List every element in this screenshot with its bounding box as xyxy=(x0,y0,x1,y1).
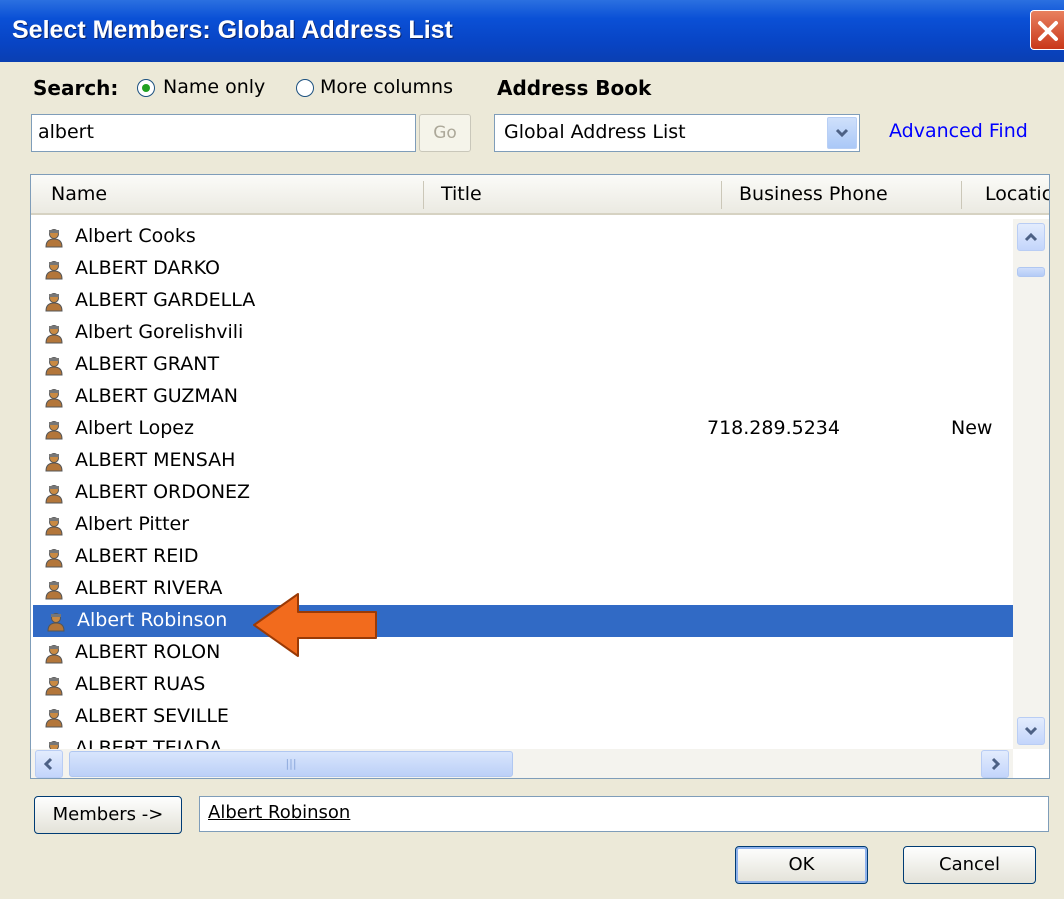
contact-name: ALBERT SEVILLE xyxy=(75,705,229,727)
search-input[interactable]: albert xyxy=(31,114,416,152)
horizontal-scrollbar[interactable]: ||| xyxy=(31,749,1013,778)
contact-name: ALBERT ORDONEZ xyxy=(75,481,251,503)
list-item[interactable]: Albert Pitter xyxy=(31,509,1013,541)
contact-icon xyxy=(45,645,63,664)
contact-icon xyxy=(45,421,63,440)
list-item[interactable]: Albert Gorelishvili xyxy=(31,317,1013,349)
vertical-scroll-thumb[interactable] xyxy=(1017,267,1045,277)
column-header-location[interactable]: Locatic xyxy=(985,183,1049,205)
more-columns-label[interactable]: More columns xyxy=(320,76,453,98)
contact-icon xyxy=(45,293,63,312)
more-columns-radio[interactable] xyxy=(296,79,314,97)
address-list: Name Title Business Phone Locatic Albert… xyxy=(30,174,1050,779)
annotation-arrow-icon xyxy=(253,593,377,657)
scroll-down-button[interactable] xyxy=(1017,717,1045,745)
address-book-selected: Global Address List xyxy=(504,121,686,143)
contact-location: New xyxy=(951,417,993,439)
list-item[interactable]: ALBERT GARDELLA xyxy=(31,285,1013,317)
contact-icon xyxy=(45,261,63,280)
column-header-row: Name Title Business Phone Locatic xyxy=(31,175,1049,215)
chevron-left-icon xyxy=(43,757,53,771)
column-header-name[interactable]: Name xyxy=(51,183,107,205)
go-button[interactable]: Go xyxy=(419,114,471,152)
contact-icon xyxy=(45,325,63,344)
list-rows: Albert Cooks ALBERT DARKO ALBERT GARDELL… xyxy=(31,219,1013,749)
contact-icon xyxy=(45,389,63,408)
members-value: Albert Robinson xyxy=(208,802,351,823)
contact-icon xyxy=(45,229,63,248)
list-item[interactable]: ALBERT ORDONEZ xyxy=(31,477,1013,509)
contact-name: ALBERT MENSAH xyxy=(75,449,236,471)
list-item[interactable]: ALBERT MENSAH xyxy=(31,445,1013,477)
contact-phone: 718.289.5234 xyxy=(707,417,840,439)
contact-name: ALBERT DARKO xyxy=(75,257,220,279)
scroll-right-button[interactable] xyxy=(981,750,1009,778)
contact-icon xyxy=(45,357,63,376)
chevron-right-icon xyxy=(991,757,1001,771)
contact-name: ALBERT RIVERA xyxy=(75,577,223,599)
column-header-title[interactable]: Title xyxy=(441,183,482,205)
contact-name: ALBERT GARDELLA xyxy=(75,289,256,311)
address-book-label: Address Book xyxy=(497,76,652,100)
contact-icon xyxy=(49,741,59,749)
close-button[interactable] xyxy=(1030,10,1064,50)
contact-name: ALBERT GUZMAN xyxy=(75,385,239,407)
list-item[interactable]: ALBERT GUZMAN xyxy=(31,381,1013,413)
column-divider[interactable] xyxy=(961,181,962,209)
contact-icon xyxy=(45,517,63,536)
list-item[interactable]: Albert Lopez 718.289.5234 New xyxy=(31,413,1013,445)
members-field[interactable]: Albert Robinson xyxy=(199,796,1049,832)
title-bar: Select Members: Global Address List xyxy=(0,0,1064,62)
list-item[interactable]: ALBERT RUAS xyxy=(31,669,1013,701)
scroll-up-button[interactable] xyxy=(1017,223,1045,251)
search-label: Search: xyxy=(33,76,119,100)
contact-name: Albert Gorelishvili xyxy=(75,321,244,343)
chevron-up-icon xyxy=(1024,232,1038,242)
members-button[interactable]: Members -> xyxy=(34,796,182,834)
contact-icon xyxy=(47,613,65,632)
list-item[interactable]: ALBERT REID xyxy=(31,541,1013,573)
contact-icon xyxy=(45,453,63,472)
contact-name: ALBERT GRANT xyxy=(75,353,220,375)
contact-icon xyxy=(45,581,63,600)
ok-button[interactable]: OK xyxy=(735,846,868,884)
scroll-left-button[interactable] xyxy=(35,750,63,778)
chevron-down-icon xyxy=(1024,726,1038,736)
list-item[interactable]: Albert Cooks xyxy=(31,221,1013,253)
contact-name: ALBERT REID xyxy=(75,545,199,567)
horizontal-scroll-thumb[interactable]: ||| xyxy=(69,751,513,777)
list-item[interactable]: ALBERT GRANT xyxy=(31,349,1013,381)
contact-icon xyxy=(45,677,63,696)
vertical-scrollbar[interactable] xyxy=(1013,219,1049,749)
dropdown-arrow-button[interactable] xyxy=(827,117,857,149)
contact-name: Albert Cooks xyxy=(75,225,196,247)
list-item[interactable]: ALBERT TEJADA xyxy=(31,733,1013,749)
contact-name: ALBERT TEJADA xyxy=(75,737,223,749)
list-item-selected[interactable]: Albert Robinson xyxy=(33,605,1013,637)
contact-icon xyxy=(45,485,63,504)
window-title: Select Members: Global Address List xyxy=(12,16,453,44)
contact-icon xyxy=(45,709,63,728)
contact-name: Albert Lopez xyxy=(75,417,194,439)
contact-name: Albert Robinson xyxy=(77,609,228,631)
address-book-dropdown[interactable]: Global Address List xyxy=(494,114,860,152)
column-divider[interactable] xyxy=(423,181,424,209)
list-item[interactable]: ALBERT SEVILLE xyxy=(31,701,1013,733)
contact-name: ALBERT ROLON xyxy=(75,641,221,663)
column-header-business-phone[interactable]: Business Phone xyxy=(739,183,888,205)
contact-name: Albert Pitter xyxy=(75,513,190,535)
column-divider[interactable] xyxy=(721,181,722,209)
cancel-button[interactable]: Cancel xyxy=(903,846,1036,884)
list-item[interactable]: ALBERT RIVERA xyxy=(31,573,1013,605)
name-only-label[interactable]: Name only xyxy=(163,76,265,98)
list-item[interactable]: ALBERT DARKO xyxy=(31,253,1013,285)
list-item[interactable]: ALBERT ROLON xyxy=(31,637,1013,669)
name-only-radio[interactable] xyxy=(137,79,155,97)
contact-icon xyxy=(45,549,63,568)
close-icon xyxy=(1038,21,1058,41)
advanced-find-link[interactable]: Advanced Find xyxy=(889,120,1028,142)
chevron-down-icon xyxy=(835,128,849,138)
contact-name: ALBERT RUAS xyxy=(75,673,206,695)
